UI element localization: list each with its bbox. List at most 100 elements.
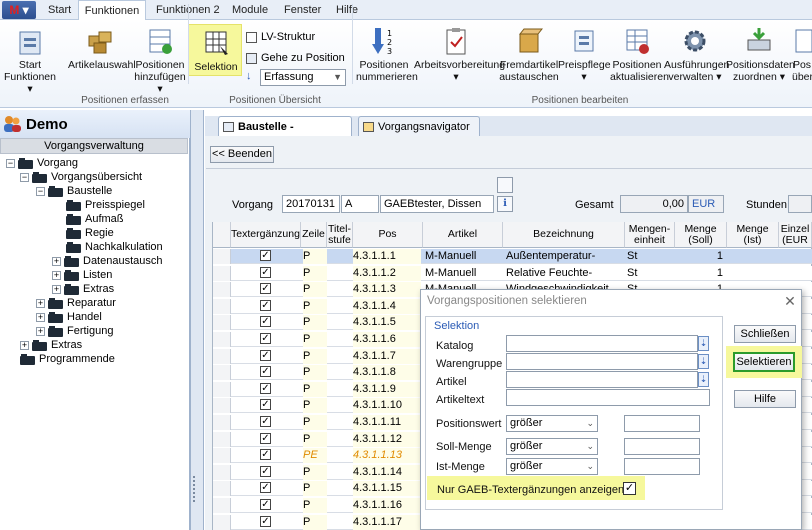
positionen-uebersicht-truncated-button[interactable]: Pos über — [792, 26, 812, 83]
tree-item-handel[interactable]: + Handel — [36, 310, 102, 324]
row-selector[interactable] — [213, 298, 231, 314]
header-menge-soll[interactable]: Menge (Soll) — [675, 222, 727, 248]
gehe-zu-position-button[interactable]: Gehe zu Position — [246, 51, 345, 65]
gaeb-only-checkbox[interactable]: ✓ — [623, 482, 636, 495]
lv-struktur-button[interactable]: LV-Struktur — [246, 30, 315, 44]
textergaenzung-checkbox[interactable]: ✓ — [260, 465, 271, 477]
soll-menge-operator-dropdown[interactable]: größer ⌄ — [506, 438, 598, 455]
tree-item-programmende[interactable]: Programmende — [20, 352, 115, 366]
textergaenzung-checkbox[interactable]: ✓ — [260, 266, 271, 278]
row-selector[interactable] — [213, 282, 231, 298]
positionen-hinzufuegen-button[interactable]: Positionen hinzufügen ▾ — [134, 26, 186, 95]
selektieren-button[interactable]: Selektieren — [733, 352, 795, 372]
katalog-lookup-icon[interactable]: ⇣ — [698, 336, 709, 351]
beenden-button[interactable]: << Beenden — [210, 146, 274, 163]
row-selector[interactable] — [213, 415, 231, 430]
tab-funktionen[interactable]: Funktionen — [78, 0, 146, 21]
textergaenzung-checkbox[interactable]: ✓ — [260, 299, 271, 311]
header-bezeichnung[interactable]: Bezeichnung — [503, 222, 625, 248]
tree-item-vorgang[interactable]: − Vorgang — [6, 156, 78, 170]
textergaenzung-checkbox[interactable]: ✓ — [260, 432, 271, 444]
textergaenzung-checkbox[interactable]: ✓ — [260, 349, 271, 361]
vorgang-name-field[interactable]: GAEBtester, Dissen — [380, 195, 494, 213]
expand-icon[interactable]: + — [36, 326, 45, 336]
header-titelstufe[interactable]: Titel- stufe — [327, 222, 353, 248]
tree-item-reparatur[interactable]: + Reparatur — [36, 296, 116, 310]
tree-item-regie[interactable]: Regie — [66, 226, 114, 240]
tree-item-preisspiegel[interactable]: Preisspiegel — [66, 198, 145, 212]
row-selector[interactable] — [213, 249, 231, 264]
positionen-nummerieren-button[interactable]: 123 Positionen nummerieren — [356, 26, 418, 83]
header-mengeneinheit[interactable]: Mengen- einheit — [625, 222, 675, 248]
positionswert-operator-dropdown[interactable]: größer ⌄ — [506, 415, 598, 432]
row-selector[interactable] — [213, 398, 231, 414]
schliessen-button[interactable]: Schließen — [734, 325, 796, 343]
app-menu-button[interactable]: M ▾ — [2, 1, 36, 19]
row-selector[interactable] — [213, 332, 231, 347]
tab-hilfe[interactable]: Hilfe — [336, 0, 358, 20]
row-selector[interactable] — [213, 498, 231, 513]
row-selector[interactable] — [213, 431, 231, 447]
collapse-icon[interactable]: − — [20, 172, 29, 182]
header-textergaenzung[interactable]: Textergänzung — [231, 222, 301, 248]
textergaenzung-checkbox[interactable]: ✓ — [260, 283, 271, 295]
row-selector[interactable] — [213, 514, 231, 530]
ausfuehrungen-verwalten-button[interactable]: Ausführungen verwalten ▾ — [664, 26, 729, 83]
vorgang-type-field[interactable]: A — [341, 195, 379, 213]
ist-menge-operator-dropdown[interactable]: größer ⌄ — [506, 458, 598, 475]
collapse-icon[interactable]: − — [36, 186, 45, 196]
row-selector[interactable] — [213, 464, 231, 480]
tab-baustelle-positionen[interactable]: Baustelle - Positionen ✕ — [218, 116, 352, 153]
collapse-icon[interactable]: − — [6, 158, 15, 168]
header-einzel[interactable]: Einzel (EUR — [779, 222, 812, 248]
tree-item-aufmass[interactable]: Aufmaß — [66, 212, 124, 226]
vorgang-number-field[interactable]: 20170131 — [282, 195, 340, 213]
textergaenzung-checkbox[interactable]: ✓ — [260, 482, 271, 494]
row-selector[interactable] — [213, 348, 231, 364]
ist-menge-input[interactable] — [624, 458, 700, 475]
textergaenzung-checkbox[interactable]: ✓ — [260, 333, 271, 344]
tree-item-listen[interactable]: + Listen — [52, 268, 112, 282]
expand-icon[interactable]: + — [52, 284, 61, 294]
textergaenzung-checkbox[interactable]: ✓ — [260, 382, 271, 394]
tab-module[interactable]: Module — [232, 0, 268, 20]
section-header[interactable]: Vorgangsverwaltung — [0, 138, 188, 154]
row-selector[interactable] — [213, 481, 231, 497]
tree-item-nachkalkulation[interactable]: Nachkalkulation — [66, 240, 163, 254]
textergaenzung-checkbox[interactable]: ✓ — [260, 250, 271, 261]
textergaenzung-checkbox[interactable]: ✓ — [260, 499, 271, 510]
row-selector[interactable] — [213, 315, 231, 331]
close-icon[interactable]: ✕ — [780, 290, 800, 312]
header-artikel[interactable]: Artikel — [423, 222, 503, 248]
hilfe-button[interactable]: Hilfe — [734, 390, 796, 408]
textergaenzung-checkbox[interactable]: ✓ — [260, 515, 271, 527]
tree-item-datenaustausch[interactable]: + Datenaustausch — [52, 254, 163, 268]
header-menge-ist[interactable]: Menge (Ist) — [727, 222, 779, 248]
textergaenzung-checkbox[interactable]: ✓ — [260, 366, 271, 378]
tab-vorgangsnavigator[interactable]: Vorgangsnavigator ✕ — [358, 116, 480, 153]
expand-icon[interactable]: + — [20, 340, 29, 350]
table-row[interactable]: ✓ P 4.3.1.1.2 M-Manuell Relative Feuchte- St 1 — [213, 265, 812, 281]
positionen-aktualisieren-button[interactable]: Positionen aktualisieren — [610, 26, 669, 83]
artikel-input[interactable] — [506, 371, 698, 388]
start-funktionen-button[interactable]: Start Funktionen ▾ — [2, 26, 58, 95]
info-icon[interactable]: ℹ — [497, 196, 513, 212]
table-row[interactable]: ✓ P 4.3.1.1.1 M-Manuell Außentemperatur- St 1 — [213, 249, 812, 264]
positionsdaten-zuordnen-button[interactable]: Positionsdaten zuordnen ▾ — [726, 26, 795, 83]
textergaenzung-checkbox[interactable]: ✓ — [260, 399, 271, 411]
expand-icon[interactable]: + — [52, 256, 61, 266]
erfassung-dropdown[interactable]: Erfassung ▼ — [260, 69, 346, 86]
tree-item-extras-root[interactable]: + Extras — [20, 338, 82, 352]
tree-item-baustelle[interactable]: − Baustelle — [36, 184, 112, 198]
warengruppe-lookup-icon[interactable]: ⇣ — [698, 354, 709, 369]
tab-fenster[interactable]: Fenster — [284, 0, 321, 20]
soll-menge-input[interactable] — [624, 438, 700, 455]
row-selector[interactable] — [213, 448, 231, 464]
expand-icon[interactable]: + — [36, 312, 45, 322]
tree-item-extras[interactable]: + Extras — [52, 282, 114, 296]
textergaenzung-checkbox[interactable]: ✓ — [260, 316, 271, 328]
row-selector[interactable] — [213, 365, 231, 381]
textergaenzung-checkbox[interactable]: ✓ — [260, 449, 271, 461]
header-pos[interactable]: Pos — [353, 222, 423, 248]
expand-icon[interactable]: + — [52, 270, 61, 280]
